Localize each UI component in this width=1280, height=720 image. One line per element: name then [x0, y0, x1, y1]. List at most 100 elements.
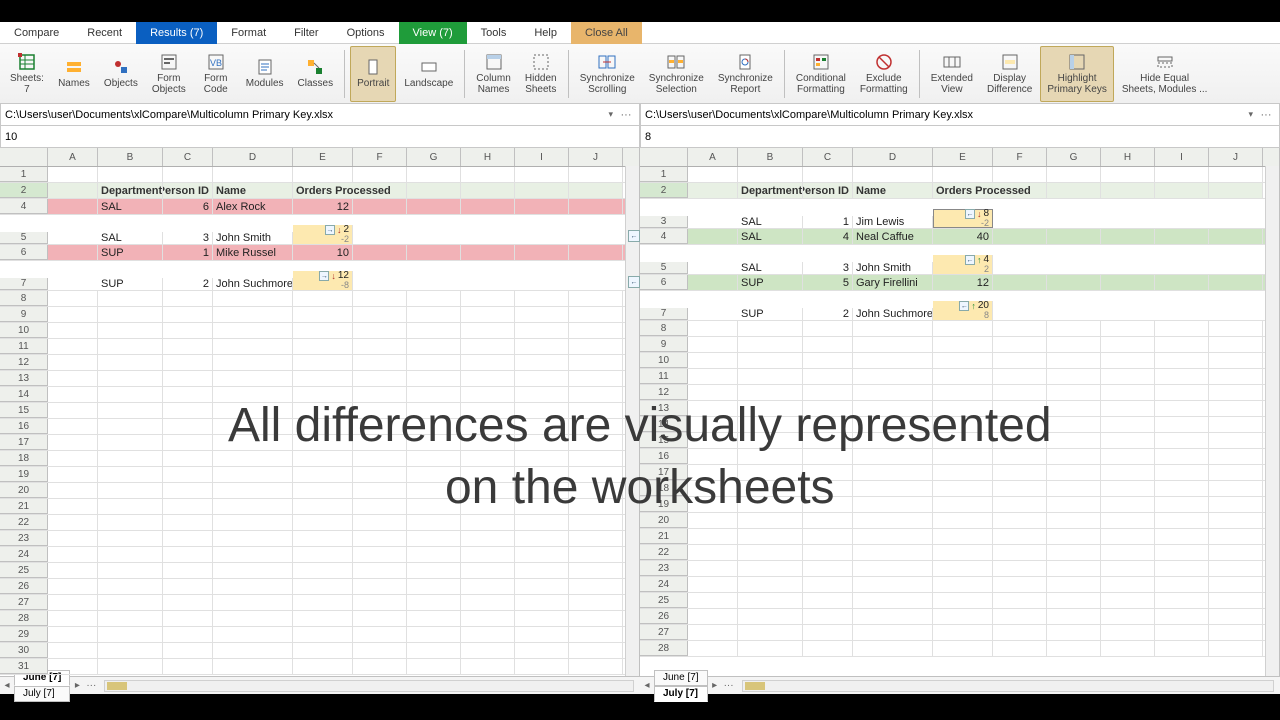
cell[interactable]: [688, 497, 738, 512]
merge-icon[interactable]: ←: [965, 255, 975, 265]
cell[interactable]: [1155, 609, 1209, 624]
cell[interactable]: [1101, 481, 1155, 496]
cell[interactable]: [213, 307, 293, 322]
cell[interactable]: [1155, 385, 1209, 400]
cell[interactable]: [293, 595, 353, 610]
cell[interactable]: [853, 433, 933, 448]
cell[interactable]: [293, 627, 353, 642]
cell[interactable]: [738, 609, 803, 624]
cell[interactable]: 2: [803, 308, 853, 320]
cell[interactable]: [461, 323, 515, 338]
cell[interactable]: [353, 659, 407, 674]
cell[interactable]: [688, 385, 738, 400]
cell[interactable]: [1101, 577, 1155, 592]
cell[interactable]: [853, 625, 933, 640]
row-header[interactable]: 5: [0, 232, 48, 244]
menu-format[interactable]: Format: [217, 22, 280, 44]
cell[interactable]: SAL: [738, 229, 803, 244]
cell[interactable]: [1209, 497, 1263, 512]
cell[interactable]: [48, 451, 98, 466]
cell[interactable]: [1047, 545, 1101, 560]
cell[interactable]: [1101, 275, 1155, 290]
cell[interactable]: [98, 419, 163, 434]
cell[interactable]: [515, 659, 569, 674]
cell[interactable]: [1047, 433, 1101, 448]
cell[interactable]: [163, 659, 213, 674]
merge-icon[interactable]: →: [319, 271, 329, 281]
cell[interactable]: [993, 449, 1047, 464]
cell[interactable]: [213, 531, 293, 546]
cell[interactable]: [803, 577, 853, 592]
cell[interactable]: [353, 627, 407, 642]
cell[interactable]: [98, 659, 163, 674]
cell[interactable]: [461, 515, 515, 530]
cell[interactable]: [407, 659, 461, 674]
cell[interactable]: [48, 467, 98, 482]
cell[interactable]: [48, 245, 98, 260]
cell[interactable]: SAL: [98, 232, 163, 244]
cell[interactable]: [461, 387, 515, 402]
row-header[interactable]: 28: [640, 641, 688, 656]
row-header[interactable]: 31: [0, 659, 48, 674]
cell[interactable]: [993, 353, 1047, 368]
cell[interactable]: [803, 481, 853, 496]
cell[interactable]: [738, 625, 803, 640]
cell[interactable]: [993, 609, 1047, 624]
cell[interactable]: Gary Firellini: [853, 275, 933, 290]
cell[interactable]: [461, 307, 515, 322]
cell[interactable]: [1047, 497, 1101, 512]
cell[interactable]: [98, 387, 163, 402]
cell[interactable]: [515, 387, 569, 402]
cell[interactable]: [1047, 275, 1101, 290]
cell[interactable]: [933, 545, 993, 560]
path-dropdown-right[interactable]: ▾: [1244, 109, 1257, 120]
cell[interactable]: [163, 339, 213, 354]
row-header[interactable]: 20: [0, 483, 48, 498]
cell[interactable]: [461, 643, 515, 658]
cell[interactable]: [738, 385, 803, 400]
cell[interactable]: SAL: [738, 262, 803, 274]
cell[interactable]: [569, 419, 623, 434]
cell[interactable]: [738, 513, 803, 528]
cell[interactable]: [688, 321, 738, 336]
col-header[interactable]: G: [1047, 148, 1101, 166]
cell[interactable]: [98, 531, 163, 546]
cell[interactable]: [1209, 481, 1263, 496]
menu-compare[interactable]: Compare: [0, 22, 73, 44]
cell[interactable]: [1101, 167, 1155, 182]
cell[interactable]: [688, 481, 738, 496]
cell[interactable]: [1155, 625, 1209, 640]
row-header[interactable]: 21: [0, 499, 48, 514]
cell[interactable]: [515, 547, 569, 562]
cell[interactable]: [293, 355, 353, 370]
cell[interactable]: [515, 167, 569, 182]
row-header[interactable]: 19: [0, 467, 48, 482]
cell[interactable]: [98, 323, 163, 338]
cell[interactable]: [515, 483, 569, 498]
cell[interactable]: [853, 561, 933, 576]
cell[interactable]: [98, 355, 163, 370]
cell[interactable]: [461, 451, 515, 466]
row-header[interactable]: 10: [640, 353, 688, 368]
cell[interactable]: [993, 545, 1047, 560]
row-header[interactable]: 15: [640, 433, 688, 448]
cell[interactable]: [738, 481, 803, 496]
cell[interactable]: [461, 403, 515, 418]
cell[interactable]: [213, 403, 293, 418]
col-header[interactable]: C: [803, 148, 853, 166]
cell[interactable]: [407, 403, 461, 418]
cell[interactable]: [569, 451, 623, 466]
cell[interactable]: [407, 547, 461, 562]
menu-tools[interactable]: Tools: [467, 22, 521, 44]
cell[interactable]: [48, 183, 98, 198]
cell[interactable]: [163, 451, 213, 466]
cell[interactable]: [933, 465, 993, 480]
cell[interactable]: [48, 403, 98, 418]
cell[interactable]: [293, 563, 353, 578]
cell[interactable]: [98, 403, 163, 418]
row-header[interactable]: ←4: [640, 229, 688, 244]
menu-help[interactable]: Help: [520, 22, 571, 44]
cell[interactable]: [353, 199, 407, 214]
cell[interactable]: [407, 467, 461, 482]
ribbon-landscape[interactable]: Landscape: [398, 46, 459, 102]
